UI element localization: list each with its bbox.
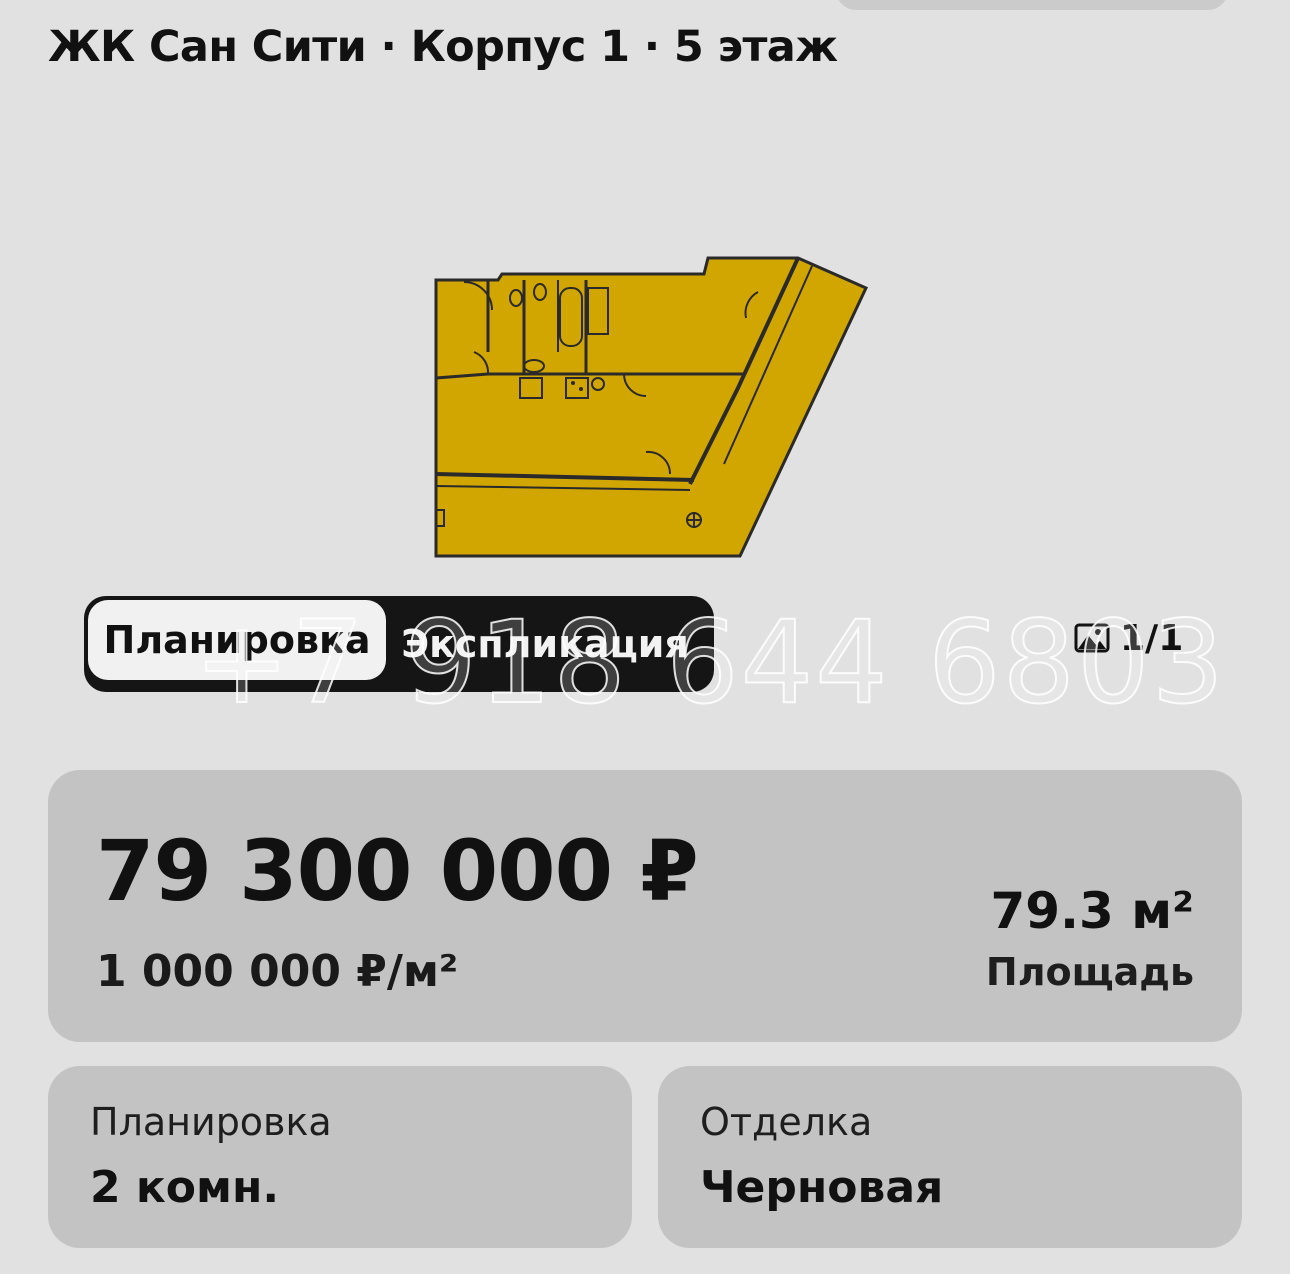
finish-label: Отделка — [700, 1100, 873, 1144]
price-per-meter: 1 000 000 ₽/м² — [96, 946, 459, 997]
layout-info-card: Планировка 2 комн. — [48, 1066, 632, 1248]
top-scroll-pill — [836, 0, 1228, 10]
view-tabs: Планировка Экспликация — [84, 596, 714, 692]
finish-info-card: Отделка Черновая — [658, 1066, 1242, 1248]
page-title: ЖК Сан Сити · Корпус 1 · 5 этаж — [48, 22, 838, 72]
finish-value: Черновая — [700, 1162, 944, 1213]
area-value: 79.3 м² — [990, 882, 1194, 940]
layout-value: 2 комн. — [90, 1162, 280, 1213]
area-label: Площадь — [985, 950, 1194, 994]
tab-explication[interactable]: Экспликация — [390, 596, 700, 692]
image-icon — [1074, 621, 1110, 655]
gallery-counter-text: 1/1 — [1120, 617, 1184, 659]
floor-plan-image[interactable] — [428, 252, 872, 564]
floor-plan-outline — [434, 256, 869, 558]
layout-label: Планировка — [90, 1100, 332, 1144]
price-total: 79 300 000 ₽ — [96, 822, 699, 920]
gallery-counter[interactable]: 1/1 — [1074, 616, 1183, 660]
price-card: 79 300 000 ₽ 1 000 000 ₽/м² 79.3 м² Площ… — [48, 770, 1242, 1042]
tab-layout[interactable]: Планировка — [88, 600, 386, 680]
